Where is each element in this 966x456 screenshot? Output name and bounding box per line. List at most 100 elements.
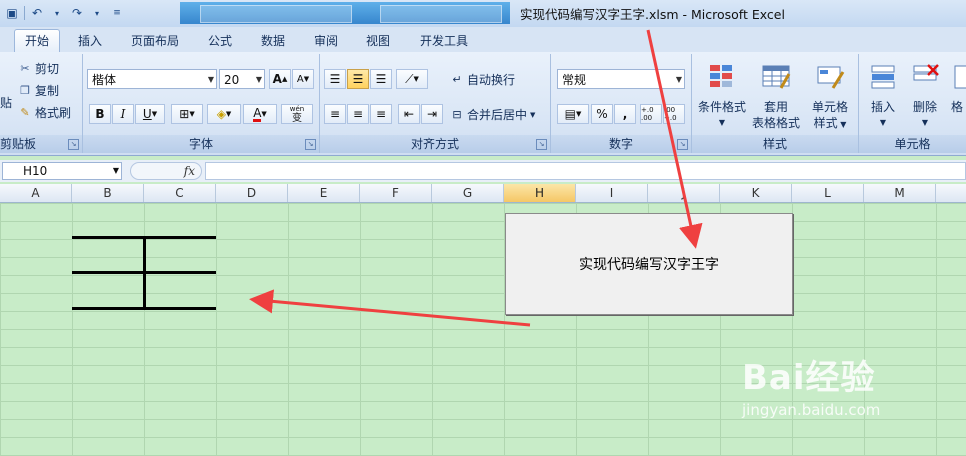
delete-cells-icon <box>913 64 939 81</box>
alignment-group-label: 对齐方式 <box>320 135 550 153</box>
underline-button[interactable]: U ▼ <box>135 104 165 124</box>
grow-font-button[interactable]: A ▲ <box>269 69 291 89</box>
align-right-icon: ≡ <box>375 107 387 121</box>
phonetic-guide-button[interactable]: wén 变 <box>281 104 313 124</box>
save-icon[interactable]: ▣ <box>4 5 20 21</box>
align-right-button[interactable]: ≡ <box>370 104 392 124</box>
insert-cells-button[interactable]: 插入 ▼ <box>863 62 903 131</box>
column-header-i[interactable]: I <box>576 184 648 202</box>
font-group-label: 字体 <box>83 135 319 153</box>
font-color-button[interactable]: A ▼ <box>243 104 277 124</box>
column-header-b[interactable]: B <box>72 184 144 202</box>
down-arrow-icon: ▼ <box>303 75 310 83</box>
redo-dropdown-icon[interactable]: ▾ <box>89 5 105 21</box>
fill-color-button[interactable]: ◈ ▼ <box>207 104 241 124</box>
number-format-combo[interactable]: 常规 ▼ <box>557 69 685 89</box>
scissors-icon: ✂ <box>20 62 30 75</box>
formula-bar: H10 ▼ fx <box>0 160 966 182</box>
align-top-button[interactable]: ☰ <box>324 69 346 89</box>
name-box-value: H10 <box>23 164 48 178</box>
column-header-d[interactable]: D <box>216 184 288 202</box>
column-header-h[interactable]: H <box>504 184 576 202</box>
tab-data[interactable]: 数据 <box>253 30 293 52</box>
tab-page-layout[interactable]: 页面布局 <box>124 30 186 52</box>
format-painter-button[interactable]: ✎ 格式刷 <box>18 104 71 121</box>
tab-developer[interactable]: 开发工具 <box>412 30 476 52</box>
cut-button[interactable]: ✂ 剪切 <box>18 60 59 77</box>
insert-cells-label: 插入 <box>870 100 895 114</box>
number-group: 常规 ▼ ▤ ▼ % , +.0 .00 .00 +.0 数字 ↘ <box>551 54 692 153</box>
align-middle-button[interactable]: ☰ <box>347 69 369 89</box>
macro-run-button-label: 实现代码编写汉字王字 <box>579 257 719 273</box>
decrease-indent-button[interactable]: ⇤ <box>398 104 420 124</box>
format-as-table-icon <box>762 65 791 89</box>
column-header-f[interactable]: F <box>360 184 432 202</box>
wrap-text-button[interactable]: ↵ 自动换行 <box>450 71 515 88</box>
copy-label: 复制 <box>35 84 60 98</box>
delete-cells-button[interactable]: 删除 ▼ <box>905 62 945 131</box>
chevron-down-icon: ▼ <box>189 110 195 118</box>
font-name-combo[interactable]: 楷体 ▼ <box>87 69 217 89</box>
alignment-dialog-launcher-icon[interactable]: ↘ <box>536 139 547 150</box>
undo-icon[interactable]: ↶ <box>29 5 45 21</box>
number-group-label: 数字 <box>551 135 691 153</box>
insert-function-button[interactable]: fx <box>130 162 202 180</box>
column-header-k[interactable]: K <box>720 184 792 202</box>
conditional-formatting-icon <box>710 65 732 87</box>
conditional-formatting-button[interactable]: 条件格式 ▼ <box>696 62 748 131</box>
decrease-decimal-button[interactable]: .00 +.0 <box>663 104 685 124</box>
merge-center-button[interactable]: ⊟ 合并后居中 ▼ <box>450 106 535 123</box>
comma-style-button[interactable]: , <box>614 104 636 124</box>
column-header-e[interactable]: E <box>288 184 360 202</box>
orientation-button[interactable]: ⟋ ▼ <box>396 69 428 89</box>
number-dialog-launcher-icon[interactable]: ↘ <box>677 139 688 150</box>
name-box[interactable]: H10 ▼ <box>2 162 122 180</box>
watermark-url: jingyan.baidu.com <box>742 401 881 419</box>
font-dialog-launcher-icon[interactable]: ↘ <box>305 139 316 150</box>
increase-decimal-button[interactable]: +.0 .00 <box>640 104 662 124</box>
column-header-m[interactable]: M <box>864 184 936 202</box>
macro-run-button[interactable]: 实现代码编写汉字王字 <box>505 213 793 315</box>
undo-dropdown-icon[interactable]: ▾ <box>49 5 65 21</box>
chevron-down-icon: ▼ <box>575 110 582 118</box>
column-header-partial[interactable] <box>936 184 966 202</box>
tab-review[interactable]: 审阅 <box>306 30 346 52</box>
column-header-c[interactable]: C <box>144 184 216 202</box>
column-header-g[interactable]: G <box>432 184 504 202</box>
shrink-font-button[interactable]: A ▼ <box>292 69 314 89</box>
align-center-button[interactable]: ≡ <box>347 104 369 124</box>
format-cells-button[interactable]: 格 <box>951 62 966 115</box>
column-header-j[interactable]: J <box>648 184 720 202</box>
font-size-combo[interactable]: 20 ▼ <box>219 69 265 89</box>
italic-button[interactable]: I <box>112 104 134 124</box>
phonetic-char-label: 变 <box>292 113 302 124</box>
copy-button[interactable]: ❐ 复制 <box>18 82 59 99</box>
accounting-format-button[interactable]: ▤ ▼ <box>557 104 589 124</box>
increase-indent-button[interactable]: ⇥ <box>421 104 443 124</box>
formula-input[interactable] <box>205 162 966 180</box>
bold-button[interactable]: B <box>89 104 111 124</box>
clipboard-dialog-launcher-icon[interactable]: ↘ <box>68 139 79 150</box>
percent-style-button[interactable]: % <box>591 104 613 124</box>
orientation-icon: ⟋ <box>405 71 414 86</box>
column-header-a[interactable]: A <box>0 184 72 202</box>
currency-icon: ▤ <box>564 107 576 121</box>
decrease-decimal-label: .00 +.0 <box>664 106 677 122</box>
customize-qat-icon[interactable]: ≡ <box>109 5 125 21</box>
cell-styles-button[interactable]: 单元格 样式 ▼ <box>804 62 856 133</box>
clipboard-group: 贴 ✂ 剪切 ❐ 复制 ✎ 格式刷 剪贴板 ↘ <box>0 54 83 153</box>
redo-icon[interactable]: ↷ <box>69 5 85 21</box>
chevron-down-icon: ▼ <box>413 75 419 83</box>
up-arrow-icon: ▲ <box>281 75 288 83</box>
align-bottom-button[interactable]: ☰ <box>370 69 392 89</box>
column-header-l[interactable]: L <box>792 184 864 202</box>
tab-insert[interactable]: 插入 <box>70 30 110 52</box>
tab-home[interactable]: 开始 <box>14 29 60 54</box>
increase-indent-icon: ⇥ <box>426 107 438 121</box>
format-painter-label: 格式刷 <box>35 106 72 120</box>
tab-view[interactable]: 视图 <box>358 30 398 52</box>
align-left-button[interactable]: ≡ <box>324 104 346 124</box>
paste-button[interactable]: 贴 <box>0 94 12 111</box>
borders-button[interactable]: ⊞ ▼ <box>171 104 203 124</box>
tab-formulas[interactable]: 公式 <box>200 30 240 52</box>
